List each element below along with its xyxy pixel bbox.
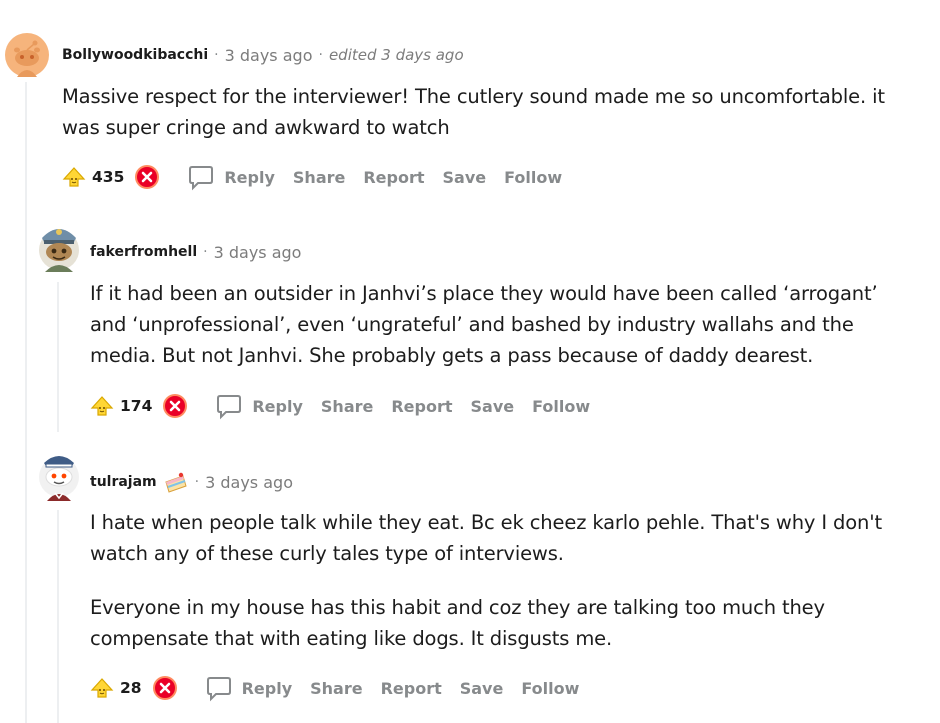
vote-score: 174	[120, 397, 153, 415]
reply-label: Reply	[224, 167, 275, 187]
comment-body: Massive respect for the interviewer! The…	[62, 81, 885, 143]
thread-line-root[interactable]	[25, 82, 27, 723]
cake-icon	[165, 472, 187, 493]
timestamp[interactable]: 3 days ago	[205, 473, 293, 492]
reply-label: Reply	[252, 396, 303, 416]
vote-box: 435	[62, 164, 160, 190]
comment-header: Bollywoodkibacchi · 3 days ago · edited …	[62, 43, 464, 67]
report-button[interactable]: Report	[381, 679, 442, 698]
comment-header: tulrajam · 3 days ago	[90, 470, 293, 494]
author-name[interactable]: fakerfromhell	[90, 244, 197, 260]
comment-text-line: Everyone in my house has this habit and …	[90, 596, 825, 619]
report-button[interactable]: Report	[391, 397, 452, 416]
comment-text-line: Massive respect for the interviewer! The…	[62, 85, 885, 108]
reply-button[interactable]: Reply	[204, 673, 293, 703]
user-avatar[interactable]	[38, 220, 80, 272]
share-button[interactable]: Share	[321, 397, 373, 416]
separator-dot: ·	[194, 474, 200, 490]
comment-text-line: compensate that with eating like dogs. I…	[90, 627, 613, 650]
upvote-arrow-icon[interactable]	[90, 676, 114, 700]
comment-body: If it had been an outsider in Janhvi’s p…	[90, 278, 878, 371]
separator-dot: ·	[318, 47, 323, 63]
user-avatar[interactable]	[5, 33, 49, 77]
comment-text-line: media. But not Janhvi. She probably gets…	[90, 344, 814, 367]
snoo-captain-avatar-icon	[39, 229, 79, 272]
comment-bubble-icon	[189, 166, 214, 191]
comment-bubble-icon	[217, 395, 242, 420]
comment-text-line: was super cringe and awkward to watch	[62, 116, 450, 139]
timestamp[interactable]: 3 days ago	[225, 46, 313, 65]
reply-button[interactable]: Reply	[186, 162, 275, 192]
follow-button[interactable]: Follow	[504, 168, 562, 187]
reply-label: Reply	[241, 678, 293, 698]
share-button[interactable]: Share	[310, 679, 362, 698]
save-button[interactable]: Save	[471, 397, 515, 416]
reply-button[interactable]: Reply	[214, 391, 303, 421]
downvote-x-icon[interactable]	[162, 393, 188, 419]
upvote-arrow-icon[interactable]	[90, 394, 114, 418]
comment-header: fakerfromhell · 3 days ago	[90, 240, 301, 264]
snoo-sailor-avatar-icon	[39, 448, 79, 501]
vote-box: 174	[90, 393, 188, 419]
timestamp[interactable]: 3 days ago	[214, 243, 302, 262]
vote-score: 28	[120, 679, 142, 697]
vote-score: 435	[92, 168, 125, 186]
comment-text-line: If it had been an outsider in Janhvi’s p…	[90, 282, 878, 305]
comment-actions: 28 Reply Share Report Save Follow	[90, 674, 597, 702]
comment-text-line: I hate when people talk while they eat. …	[90, 511, 882, 534]
author-name[interactable]: tulrajam	[90, 474, 157, 490]
comment-actions: 174 Reply Share Report Save Follow	[90, 392, 608, 420]
comment-actions: 435 Reply Share Report Save Follow	[62, 163, 580, 191]
thread-line-child[interactable]	[57, 282, 59, 432]
vote-box: 28	[90, 675, 178, 701]
downvote-x-icon[interactable]	[152, 675, 178, 701]
share-button[interactable]: Share	[293, 168, 345, 187]
thread-line-child[interactable]	[57, 510, 59, 723]
user-avatar[interactable]	[38, 445, 80, 501]
comment-body: I hate when people talk while they eat. …	[90, 507, 882, 654]
separator-dot: ·	[203, 244, 208, 260]
author-name[interactable]: Bollywoodkibacchi	[62, 47, 208, 63]
save-button[interactable]: Save	[443, 168, 487, 187]
comment-bubble-icon	[206, 677, 231, 702]
follow-button[interactable]: Follow	[532, 397, 590, 416]
comment-text-line: watch any of these curly tales type of i…	[90, 542, 564, 565]
upvote-arrow-icon[interactable]	[62, 165, 86, 189]
report-button[interactable]: Report	[363, 168, 424, 187]
downvote-x-icon[interactable]	[134, 164, 160, 190]
snoo-orange-avatar-icon	[5, 33, 49, 77]
separator-dot: ·	[214, 47, 219, 63]
comment-text-line: and ‘unprofessional’, even ‘ungrateful’ …	[90, 313, 854, 336]
follow-button[interactable]: Follow	[521, 679, 579, 698]
save-button[interactable]: Save	[460, 679, 504, 698]
edited-timestamp: edited 3 days ago	[328, 46, 464, 64]
